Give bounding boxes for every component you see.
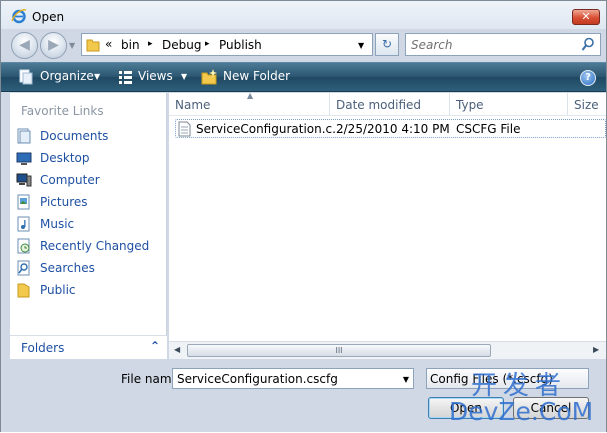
column-header-size[interactable]: Size xyxy=(568,93,606,116)
file-name-value: ServiceConfiguration.cscfg xyxy=(177,372,338,386)
folder-icon xyxy=(86,39,100,52)
views-icon xyxy=(119,71,132,84)
scroll-left-icon[interactable]: ◀ xyxy=(174,345,180,354)
sidebar-item-label: Computer xyxy=(40,173,100,187)
navigation-row: ◀ ▶ ▼ « bin ▸ Debug ▸ Publish ▼ ↻ Search xyxy=(1,29,606,61)
refresh-button[interactable]: ↻ xyxy=(375,33,399,56)
back-button[interactable]: ◀ xyxy=(11,32,38,59)
file-type-filter-value: Config Files (*.cscfg) xyxy=(430,372,553,386)
folders-label: Folders xyxy=(21,341,65,355)
sidebar-item-label: Music xyxy=(40,217,75,231)
sidebar-item-label: Pictures xyxy=(40,195,88,209)
views-dropdown-icon[interactable]: ▼ xyxy=(181,72,187,81)
sidebar-item-label: Searches xyxy=(40,261,95,275)
sidebar-item-label: Recently Changed xyxy=(40,239,150,253)
breadcrumb-separator-icon[interactable]: ▸ xyxy=(148,39,153,49)
recent-pages-dropdown-icon[interactable]: ▼ xyxy=(69,41,78,50)
searches-icon xyxy=(17,260,30,276)
sidebar-item-label: Public xyxy=(40,283,76,297)
help-icon[interactable]: ? xyxy=(580,70,596,86)
column-header-type[interactable]: Type xyxy=(450,93,568,116)
column-label: Name xyxy=(175,98,211,112)
pictures-icon xyxy=(17,194,30,210)
dialog-footer: File name: ServiceConfiguration.cscfg ▼ … xyxy=(1,360,606,432)
search-placeholder: Search xyxy=(411,38,453,52)
file-name-field[interactable]: ServiceConfiguration.cscfg ▼ xyxy=(172,368,414,389)
sidebar-item-documents[interactable]: Documents xyxy=(16,126,164,146)
window-title: Open xyxy=(32,10,65,24)
sidebar-item-music[interactable]: Music xyxy=(16,214,164,234)
sort-ascending-icon: ▲ xyxy=(247,91,254,100)
navigation-pane: Favorite Links Documents Desktop Compute… xyxy=(10,93,167,335)
sidebar-item-desktop[interactable]: Desktop xyxy=(16,148,164,168)
breadcrumb-bin[interactable]: bin xyxy=(121,38,140,52)
new-folder-button[interactable]: New Folder xyxy=(223,69,290,83)
column-label: Type xyxy=(456,98,484,112)
documents-icon xyxy=(17,128,31,144)
views-button[interactable]: Views xyxy=(138,69,173,83)
recent-icon xyxy=(17,238,30,254)
organize-icon xyxy=(19,69,33,85)
file-date: 2/25/2010 4:10 PM xyxy=(336,122,450,136)
sidebar-item-searches[interactable]: Searches xyxy=(16,258,164,278)
search-icon[interactable] xyxy=(581,37,595,52)
chevron-down-icon[interactable]: ▼ xyxy=(403,375,409,384)
breadcrumb-publish[interactable]: Publish xyxy=(219,38,262,52)
file-row[interactable]: ServiceConfiguration.c... 2/25/2010 4:10… xyxy=(175,119,606,138)
column-label: Size xyxy=(574,98,599,112)
new-folder-icon xyxy=(201,69,217,85)
cancel-button[interactable]: Cancel xyxy=(513,397,589,419)
horizontal-scrollbar[interactable]: ◀ III ▶ xyxy=(169,341,606,359)
address-dropdown-icon[interactable]: ▼ xyxy=(358,41,364,50)
internet-explorer-icon xyxy=(11,9,27,24)
sidebar-item-pictures[interactable]: Pictures xyxy=(16,192,164,212)
column-header-name[interactable]: ▲ Name xyxy=(169,91,330,116)
command-bar: Organize ▼ Views ▼ New Folder ? xyxy=(1,62,606,92)
breadcrumb-debug[interactable]: Debug xyxy=(162,38,201,52)
open-button[interactable]: Open xyxy=(428,397,504,419)
breadcrumb-separator-icon[interactable]: ▸ xyxy=(205,39,210,49)
scroll-right-icon[interactable]: ▶ xyxy=(593,345,599,354)
address-bar[interactable]: « bin ▸ Debug ▸ Publish ▼ xyxy=(81,33,373,56)
address-overflow-chevron[interactable]: « xyxy=(105,37,112,51)
column-header-date-modified[interactable]: Date modified xyxy=(330,93,450,116)
sidebar-item-label: Desktop xyxy=(40,151,90,165)
file-icon xyxy=(178,121,191,137)
title-bar: Open ✕ xyxy=(1,1,606,29)
computer-icon xyxy=(16,173,32,187)
file-name: ServiceConfiguration.c... xyxy=(196,122,344,136)
forward-button[interactable]: ▶ xyxy=(40,32,67,59)
desktop-icon xyxy=(16,152,32,165)
open-dialog: Open ✕ ◀ ▶ ▼ « bin ▸ Debug ▸ Publish ▼ ↻… xyxy=(0,0,607,432)
sidebar-item-public[interactable]: Public xyxy=(16,280,164,300)
column-label: Date modified xyxy=(336,98,422,112)
folders-toggle[interactable]: Folders ⌃ xyxy=(10,335,167,359)
public-icon xyxy=(17,283,30,298)
file-type: CSCFG File xyxy=(456,122,521,136)
file-list: ▲ Name Date modified Type Size ServiceCo… xyxy=(169,91,606,359)
favorite-links-heading: Favorite Links xyxy=(21,104,104,118)
search-input[interactable]: Search xyxy=(405,33,601,56)
sidebar-item-computer[interactable]: Computer xyxy=(16,170,164,190)
music-icon xyxy=(17,216,30,232)
organize-dropdown-icon[interactable]: ▼ xyxy=(94,72,100,81)
close-button[interactable]: ✕ xyxy=(572,9,600,25)
scrollbar-thumb[interactable]: III xyxy=(187,344,491,357)
file-type-filter[interactable]: Config Files (*.cscfg) xyxy=(426,368,589,389)
chevron-up-icon[interactable]: ⌃ xyxy=(150,339,160,353)
sidebar-item-label: Documents xyxy=(40,129,109,143)
organize-button[interactable]: Organize xyxy=(40,69,94,83)
sidebar-item-recently-changed[interactable]: Recently Changed xyxy=(16,236,164,256)
